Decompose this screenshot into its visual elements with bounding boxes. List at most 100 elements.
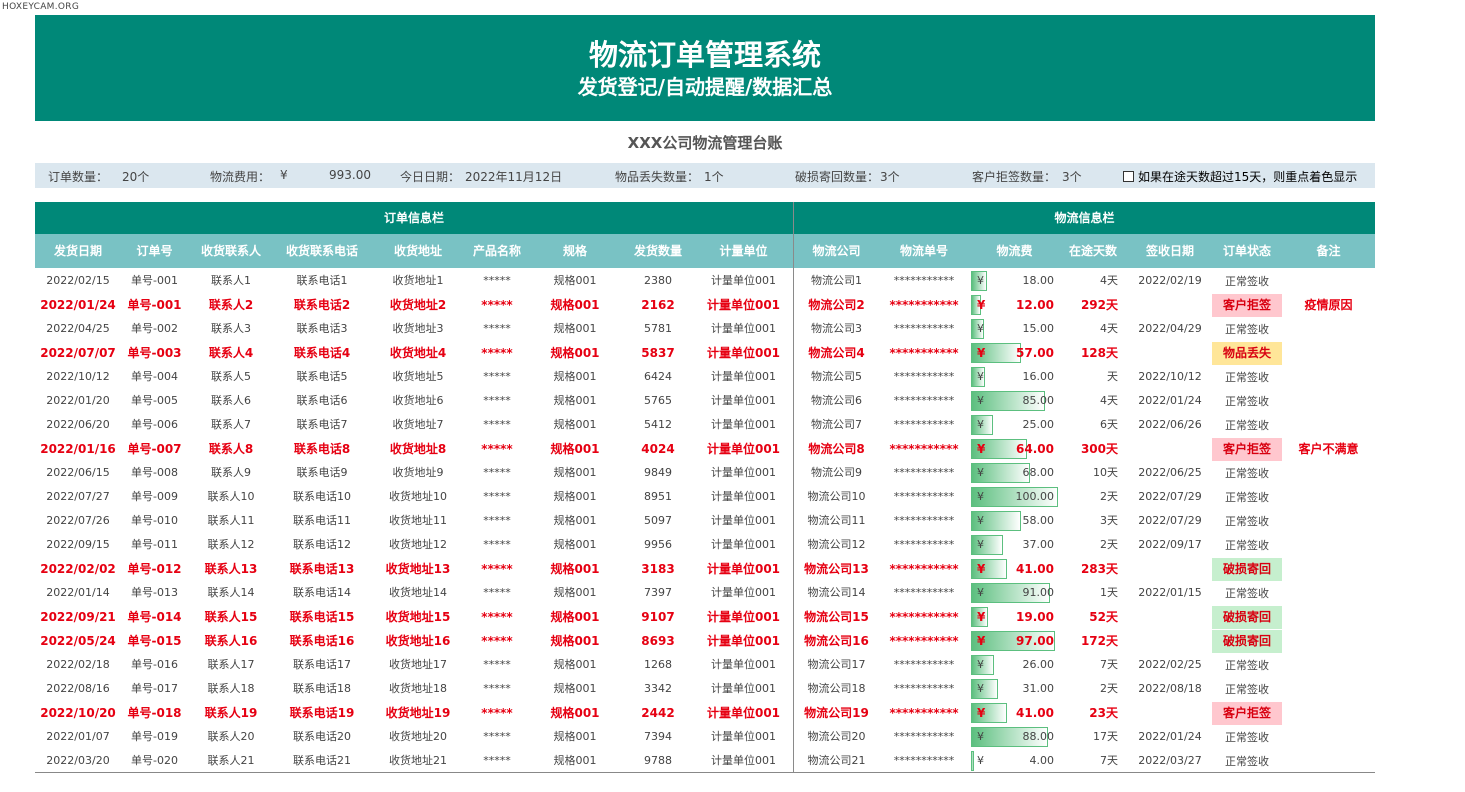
- cell-quantity: 9107: [641, 610, 675, 624]
- cell-logistics-company: 物流公司8: [808, 442, 865, 456]
- fee-amount: 4.00: [1029, 754, 1055, 767]
- status-badge: 正常签收: [1225, 515, 1269, 528]
- cell-contact: 联系人17: [207, 658, 255, 671]
- col-header-contact-phone: 收货联系电话: [285, 244, 358, 258]
- cell-contact-phone: 联系电话8: [293, 442, 351, 456]
- cell-product-name: *****: [483, 466, 511, 479]
- cell-logistics-company: 物流公司12: [807, 538, 866, 551]
- cell-ship-date: 2022/09/15: [46, 538, 110, 551]
- cell-contact: 联系人7: [211, 418, 251, 431]
- cell-unit: 计量单位001: [711, 754, 776, 767]
- checkbox[interactable]: [1123, 171, 1134, 182]
- fee-cell: ¥91.00: [971, 581, 1058, 605]
- table-row[interactable]: 2022/10/12 单号-004 联系人5 联系电话5 收货地址5 ***** 规格001…: [35, 365, 1375, 389]
- fee-currency: ¥: [280, 168, 288, 182]
- cell-contact: 联系人9: [211, 466, 251, 479]
- fee-amount: 12.00: [1016, 298, 1054, 312]
- cell-quantity: 2380: [644, 274, 672, 287]
- table-row[interactable]: 2022/08/16 单号-017 联系人18 联系电话18 收货地址18 ***** 规格…: [35, 677, 1375, 701]
- cell-spec: 规格001: [550, 634, 600, 648]
- cell-tracking-no: ***********: [893, 754, 955, 767]
- fee-amount: 37.00: [1022, 538, 1055, 551]
- table-row[interactable]: 2022/05/24 单号-015 联系人16 联系电话16 收货地址16 ***** 规格…: [35, 629, 1375, 653]
- table-row[interactable]: 2022/09/15 单号-011 联系人12 联系电话12 收货地址12 ***** 规格…: [35, 533, 1375, 557]
- table-row[interactable]: 2022/01/07 单号-019 联系人20 联系电话20 收货地址20 ***** 规格…: [35, 725, 1375, 749]
- fee-amount: 26.00: [1022, 658, 1055, 671]
- table-row[interactable]: 2022/01/24 单号-001 联系人2 联系电话2 收货地址2 ***** 规格001…: [35, 293, 1375, 317]
- cell-remark: [1282, 269, 1375, 293]
- cell-quantity: 5837: [641, 346, 675, 360]
- fee-cell: ¥19.00: [971, 605, 1058, 629]
- highlight-toggle[interactable]: 如果在途天数超过15天，则重点着色显示: [1123, 168, 1357, 185]
- cell-transit-days: 17天: [1093, 730, 1118, 743]
- cell-tracking-no: ***********: [893, 466, 955, 479]
- cell-spec: 规格001: [553, 658, 597, 671]
- table-row[interactable]: 2022/02/02 单号-012 联系人13 联系电话13 收货地址13 ***** 规格…: [35, 557, 1375, 581]
- cell-quantity: 3183: [641, 562, 675, 576]
- fee-databar: [971, 751, 974, 771]
- cell-logistics-company: 物流公司1: [811, 274, 862, 287]
- table-row[interactable]: 2022/07/27 单号-009 联系人10 联系电话10 收货地址10 ***** 规格…: [35, 485, 1375, 509]
- cell-remark: [1282, 629, 1375, 653]
- cell-address: 收货地址20: [389, 730, 447, 743]
- cell-sign-date: [1128, 341, 1212, 365]
- table-row[interactable]: 2022/01/14 单号-013 联系人14 联系电话14 收货地址14 ***** 规格…: [35, 581, 1375, 605]
- cell-sign-date: 2022/01/15: [1138, 586, 1202, 599]
- fee-amount: 41.00: [1016, 706, 1054, 720]
- cell-remark: [1282, 341, 1375, 365]
- orders-table-body: 2022/02/15 单号-001 联系人1 联系电话1 收货地址1 ***** 规格001…: [35, 269, 1375, 773]
- cell-tracking-no: ***********: [889, 634, 959, 648]
- cell-sign-date: 2022/07/29: [1138, 514, 1202, 527]
- fee-cell: ¥97.00: [971, 629, 1058, 653]
- cell-product-name: *****: [481, 298, 513, 312]
- cell-ship-date: 2022/03/20: [46, 754, 110, 767]
- table-row[interactable]: 2022/02/18 单号-016 联系人17 联系电话17 收货地址17 ***** 规格…: [35, 653, 1375, 677]
- table-row[interactable]: 2022/01/20 单号-005 联系人6 联系电话6 收货地址6 ***** 规格001…: [35, 389, 1375, 413]
- cell-spec: 规格001: [553, 394, 597, 407]
- cell-spec: 规格001: [553, 322, 597, 335]
- cell-remark: [1282, 749, 1375, 773]
- table-row[interactable]: 2022/04/25 单号-002 联系人3 联系电话3 收货地址3 ***** 规格001…: [35, 317, 1375, 341]
- system-title: 物流订单管理系统: [588, 38, 821, 72]
- cell-remark: [1282, 485, 1375, 509]
- table-row[interactable]: 2022/07/26 单号-010 联系人11 联系电话11 收货地址11 ***** 规格…: [35, 509, 1375, 533]
- cell-ship-date: 2022/07/27: [46, 490, 110, 503]
- cell-spec: 规格001: [550, 442, 600, 456]
- fee-cell: ¥100.00: [971, 485, 1058, 509]
- cell-unit: 计量单位001: [711, 394, 776, 407]
- cell-tracking-no: ***********: [893, 370, 955, 383]
- damage-value: 3个: [880, 170, 900, 184]
- cell-quantity: 1268: [644, 658, 672, 671]
- cell-tracking-no: ***********: [893, 586, 955, 599]
- table-row[interactable]: 2022/06/15 单号-008 联系人9 联系电话9 收货地址9 ***** 规格001…: [35, 461, 1375, 485]
- cell-unit: 计量单位001: [711, 466, 776, 479]
- fee-cell: ¥26.00: [971, 653, 1058, 677]
- cell-sign-date: [1128, 629, 1212, 653]
- cell-spec: 规格001: [553, 370, 597, 383]
- cell-tracking-no: ***********: [893, 730, 955, 743]
- table-row[interactable]: 2022/03/20 单号-020 联系人21 联系电话21 收货地址21 ***** 规格…: [35, 749, 1375, 773]
- cell-logistics-company: 物流公司9: [811, 466, 862, 479]
- table-row[interactable]: 2022/07/07 单号-003 联系人4 联系电话4 收货地址4 ***** 规格001…: [35, 341, 1375, 365]
- summary-bar: 订单数量： 20个 物流费用： ¥ 993.00 今日日期： 2022年11月1…: [35, 163, 1375, 188]
- cell-quantity: 4024: [641, 442, 675, 456]
- cell-contact-phone: 联系电话21: [293, 754, 351, 767]
- cell-ship-date: 2022/06/15: [46, 466, 110, 479]
- currency-symbol: ¥: [977, 346, 986, 360]
- table-row[interactable]: 2022/09/21 单号-014 联系人15 联系电话15 收货地址15 ***** 规格…: [35, 605, 1375, 629]
- cell-transit-days: 6天: [1100, 418, 1118, 431]
- fee-amount: 18.00: [1022, 274, 1055, 287]
- cell-product-name: *****: [483, 538, 511, 551]
- fee-amount: 64.00: [1016, 442, 1054, 456]
- cell-remark: [1282, 677, 1375, 701]
- table-row[interactable]: 2022/06/20 单号-006 联系人7 联系电话7 收货地址7 ***** 规格001…: [35, 413, 1375, 437]
- table-row[interactable]: 2022/02/15 单号-001 联系人1 联系电话1 收货地址1 ***** 规格001…: [35, 269, 1375, 293]
- order-count-value: 20个: [122, 170, 150, 184]
- col-header-logistics-fee: 物流费: [996, 244, 1033, 258]
- cell-remark: [1282, 557, 1375, 581]
- currency-symbol: ¥: [977, 418, 984, 431]
- table-row[interactable]: 2022/10/20 单号-018 联系人19 联系电话19 收货地址19 ***** 规格…: [35, 701, 1375, 725]
- table-row[interactable]: 2022/01/16 单号-007 联系人8 联系电话8 收货地址8 ***** 规格001…: [35, 437, 1375, 461]
- cell-address: 收货地址7: [392, 418, 444, 431]
- cell-spec: 规格001: [550, 706, 600, 720]
